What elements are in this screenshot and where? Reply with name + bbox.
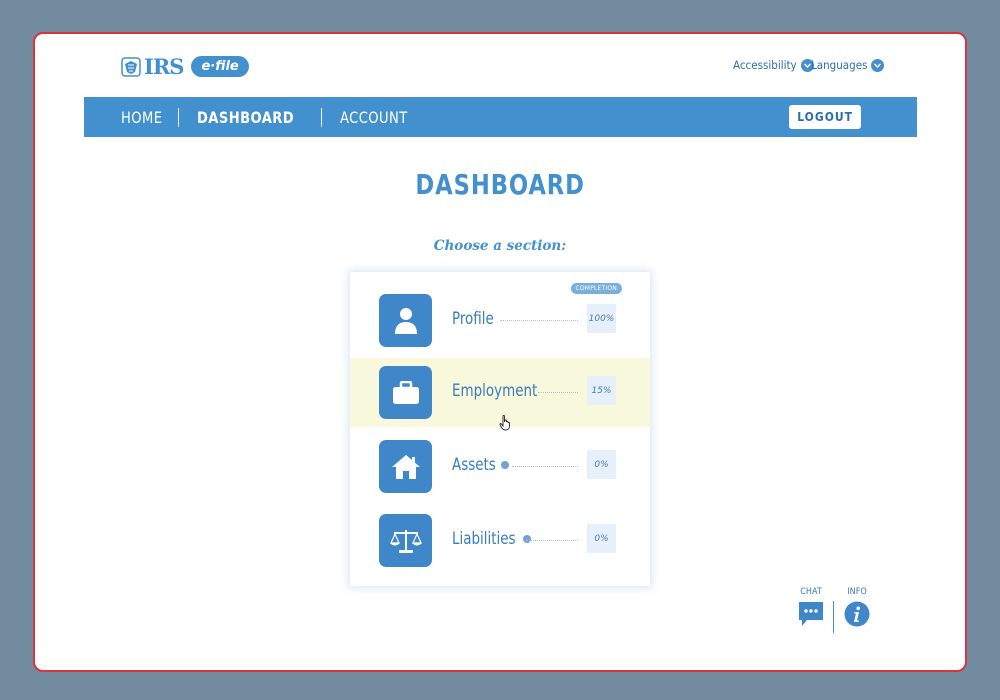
irs-logo-text: IRS bbox=[144, 54, 184, 79]
hand-cursor-icon bbox=[499, 415, 510, 431]
info-icon bbox=[844, 601, 870, 627]
section-label: Employment bbox=[452, 381, 538, 401]
irs-efile-logo[interactable]: IRS e·file bbox=[121, 54, 249, 79]
logout-button[interactable]: LOGOUT bbox=[789, 105, 861, 129]
section-label: Liabilities bbox=[452, 529, 516, 549]
page-title: DASHBOARD bbox=[415, 168, 585, 201]
completion-percent: 0% bbox=[587, 524, 616, 553]
scales-icon bbox=[379, 514, 432, 567]
completion-percent: 0% bbox=[587, 450, 616, 479]
languages-menu[interactable]: Languages bbox=[811, 58, 885, 72]
nav-divider bbox=[177, 107, 179, 127]
section-row-profile[interactable]: Profile 100% bbox=[350, 286, 650, 355]
nav-home[interactable]: HOME bbox=[121, 108, 162, 127]
accessibility-label: Accessibility bbox=[733, 58, 797, 72]
help-icon[interactable] bbox=[523, 535, 532, 543]
efile-badge: e·file bbox=[191, 56, 249, 77]
chat-button[interactable]: CHAT bbox=[797, 587, 825, 632]
irs-eagle-icon bbox=[121, 56, 141, 77]
languages-label: Languages bbox=[811, 58, 868, 72]
person-icon bbox=[379, 294, 432, 347]
nav-account[interactable]: ACCOUNT bbox=[340, 108, 408, 127]
chat-label: CHAT bbox=[800, 587, 822, 597]
chat-bubble-icon bbox=[799, 602, 823, 626]
nav-divider bbox=[320, 107, 322, 127]
leader-dots bbox=[512, 466, 578, 467]
section-label: Profile bbox=[452, 309, 494, 329]
section-row-assets[interactable]: Assets 0% bbox=[350, 432, 650, 501]
footer-divider bbox=[833, 601, 834, 633]
briefcase-icon bbox=[379, 366, 432, 419]
completion-percent: 15% bbox=[587, 376, 616, 405]
main-nav: HOME DASHBOARD ACCOUNT LOGOUT bbox=[84, 97, 917, 137]
info-label: INFO bbox=[847, 587, 867, 597]
section-prompt: Choose a section: bbox=[433, 238, 567, 254]
leader-dots bbox=[500, 320, 578, 321]
completion-percent: 100% bbox=[587, 304, 616, 333]
section-row-liabilities[interactable]: Liabilities 0% bbox=[350, 506, 650, 575]
app-frame: IRS e·file Accessibility Languages HOME … bbox=[33, 32, 967, 672]
leader-dots bbox=[526, 540, 578, 541]
nav-dashboard[interactable]: DASHBOARD bbox=[197, 108, 294, 127]
chevron-down-icon bbox=[871, 58, 885, 72]
accessibility-menu[interactable]: Accessibility bbox=[733, 58, 814, 72]
house-icon bbox=[379, 440, 432, 493]
info-button[interactable]: INFO bbox=[843, 587, 871, 632]
leader-dots bbox=[538, 392, 578, 393]
help-icon[interactable] bbox=[500, 461, 509, 469]
section-label: Assets bbox=[452, 455, 496, 475]
